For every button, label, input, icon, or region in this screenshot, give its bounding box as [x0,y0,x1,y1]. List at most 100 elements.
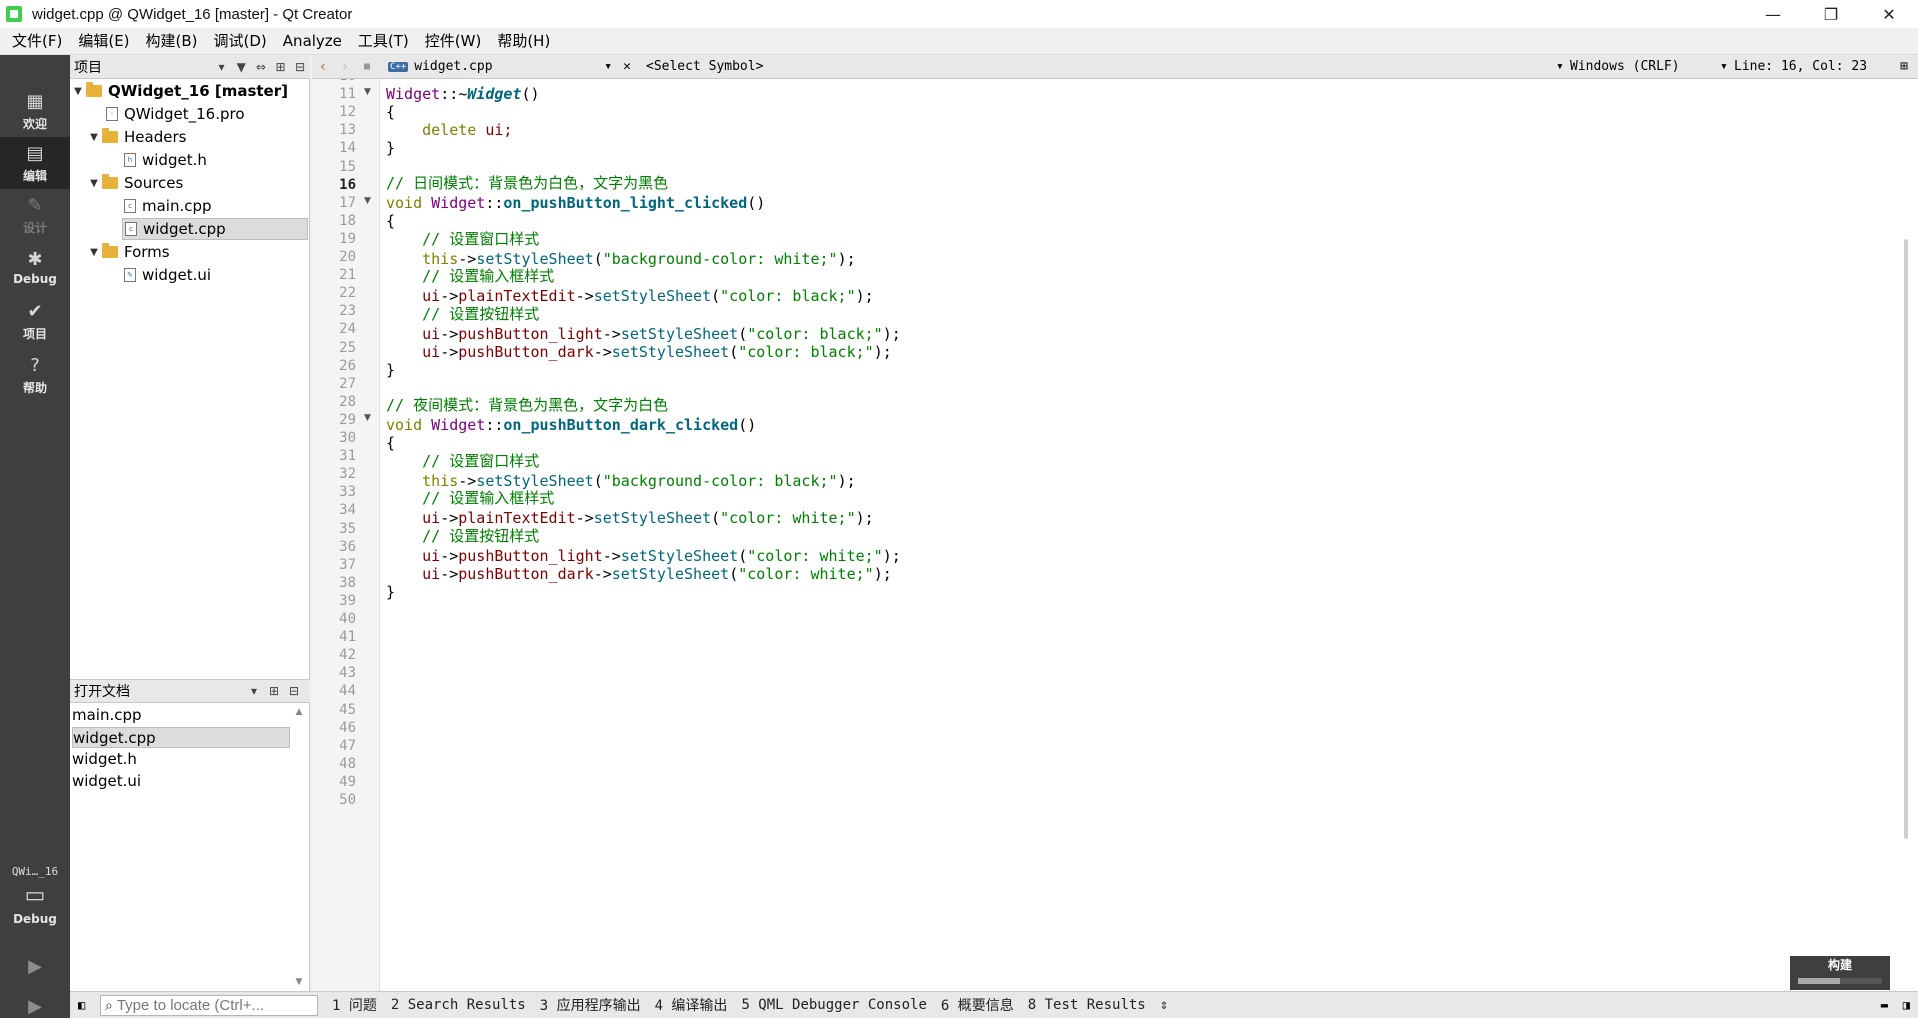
close-panel-icon[interactable]: ⊟ [284,681,304,701]
fold-marker-icon[interactable]: ▼ [364,413,371,423]
tree-item-headers[interactable]: ▼ Headers [86,126,186,148]
menu-edit[interactable]: 编辑(E) [70,28,137,55]
tree-item-label: QWidget_16.pro [124,105,245,123]
symbol-combo[interactable]: <Select Symbol> [646,59,1556,74]
open-doc-item[interactable]: widget.cpp [72,727,290,748]
split-editor-icon[interactable]: ⊞ [1894,59,1914,74]
code-editor[interactable]: 1011▼121314151617▼1819202122232425262728… [312,79,1918,991]
mode-bar: ▦ 欢迎 ▤ 编辑 ✎ 设计 ✱ Debug ✔ 项目 ? 帮助 QWi…_16… [0,55,70,1018]
fold-marker-icon[interactable]: ▼ [364,196,371,206]
tree-item-main-cpp[interactable]: c main.cpp [124,195,212,217]
close-button[interactable]: ✕ [1860,0,1918,28]
kit-selector[interactable]: ▭ Debug [0,883,70,939]
filter-icon[interactable]: ▼ [231,57,251,77]
menu-help[interactable]: 帮助(H) [489,28,558,55]
code-line-29: void Widget::on_pushButton_dark_clicked(… [386,416,757,434]
line-number-gutter: 1011▼121314151617▼1819202122232425262728… [312,79,380,991]
tree-item-project[interactable]: ▼ QWidget_16 [master] [70,80,288,102]
toggle-right-sidebar-icon[interactable]: ◨ [1903,998,1910,1012]
locator-input[interactable]: ⌕ Type to locate (Ctrl+... [100,994,318,1016]
split-icon[interactable]: ⊞ [271,57,291,77]
mode-design[interactable]: ✎ 设计 [0,189,70,241]
code-line-19: // 设置窗口样式 [386,230,540,248]
search-icon: ⌕ [105,996,113,1013]
grid-icon: ▦ [26,91,44,112]
tree-item-label: widget.h [142,151,207,169]
chevron-down-icon[interactable]: ▼ [86,132,102,143]
scroll-up-icon[interactable]: ▲ [293,707,305,717]
cpp-file-icon: c [125,222,137,236]
progress-details-icon[interactable]: ▬ [1881,998,1888,1012]
back-arrow-icon[interactable]: ‹ [312,59,334,75]
link-icon[interactable]: ⇔ [251,57,271,77]
output-pane-general-messages[interactable]: 6 概要信息 [941,995,1014,1015]
chevron-down-icon[interactable]: ▾ [1556,59,1570,74]
chevron-down-icon[interactable]: ▾ [244,681,264,701]
chevron-down-icon[interactable]: ▾ [212,57,232,77]
tree-item-widget-cpp[interactable]: c widget.cpp [122,218,308,240]
menu-build[interactable]: 构建(B) [138,28,206,55]
more-panes-icon[interactable]: ⇕ [1160,997,1168,1013]
tree-item-widget-h[interactable]: h widget.h [124,149,207,171]
toggle-sidebar-icon[interactable]: ◧ [78,998,85,1012]
menu-controls[interactable]: 控件(W) [417,28,490,55]
tree-item-widget-ui[interactable]: ✎ widget.ui [124,264,211,286]
chevron-down-icon[interactable]: ▼ [86,247,102,258]
project-tree: ▼ QWidget_16 [master] ◦ QWidget_16.pro ▼… [70,79,310,679]
debug-run-icon[interactable]: ▶ [22,993,48,1018]
menu-file[interactable]: 文件(F) [4,28,70,55]
tree-item-label: widget.ui [142,266,212,284]
tree-item-sources[interactable]: ▼ Sources [86,172,183,194]
mode-help[interactable]: ? 帮助 [0,349,70,401]
minimize-button[interactable]: — [1744,0,1802,28]
file-combo[interactable]: C++ widget.cpp ▾ [388,59,618,74]
close-file-icon[interactable]: ✕ [618,59,636,74]
output-pane-search-results[interactable]: 2 Search Results [391,997,526,1013]
open-doc-item[interactable]: main.cpp [72,705,290,726]
tree-item-pro[interactable]: ◦ QWidget_16.pro [106,103,245,125]
mode-edit[interactable]: ▤ 编辑 [0,137,70,189]
chevron-down-icon[interactable]: ▼ [86,178,102,189]
menu-analyze[interactable]: Analyze [275,28,350,55]
editor-scrollbar[interactable] [1904,239,1908,839]
output-pane-app-output[interactable]: 3 应用程序输出 [540,995,641,1015]
current-file-name: widget.cpp [414,59,493,74]
project-view-combo[interactable]: 项目 [74,57,212,77]
window-title: widget.cpp @ QWidget_16 [master] - Qt Cr… [32,5,353,23]
forward-arrow-icon[interactable]: › [334,59,356,75]
fold-marker-icon[interactable]: ▼ [364,87,371,97]
chevron-down-icon[interactable]: ▾ [1720,59,1734,74]
scroll-down-icon[interactable]: ▼ [293,977,305,987]
tree-item-label: Sources [124,174,184,192]
mode-debug[interactable]: ✱ Debug [0,241,70,293]
open-doc-item[interactable]: widget.ui [72,771,290,792]
run-icon[interactable]: ▶ [22,953,48,979]
output-pane-qml-debugger[interactable]: 5 QML Debugger Console [741,997,926,1013]
code-line-26: } [386,361,396,379]
tree-item-label: Forms [124,243,170,261]
chevron-down-icon[interactable]: ▼ [70,86,86,97]
open-docs-scrollbar[interactable]: ▲ ▼ [293,707,305,987]
output-pane-issues[interactable]: 1 问题 [332,995,377,1015]
output-pane-test-results[interactable]: 8 Test Results [1028,997,1146,1013]
code-line-25: ui->pushButton_dark->setStyleSheet("colo… [422,343,892,361]
restore-button[interactable]: ❐ [1802,0,1860,28]
code-line-38: } [386,583,396,601]
split-icon[interactable]: ⊞ [264,681,284,701]
output-pane-compile-output[interactable]: 4 编译输出 [655,995,728,1015]
help-icon: ? [30,355,40,376]
chevron-down-icon[interactable]: ▾ [604,59,612,74]
close-panel-icon[interactable]: ⊟ [290,57,310,77]
menu-tools[interactable]: 工具(T) [350,28,417,55]
mode-projects[interactable]: ✔ 项目 [0,295,70,347]
tree-item-forms[interactable]: ▼ Forms [86,241,170,263]
open-doc-item[interactable]: widget.h [72,749,290,770]
code-line-21: // 设置输入框样式 [386,267,555,285]
code-line-11: Widget::~Widget() [386,85,540,103]
build-progress[interactable]: 构建 [1790,956,1890,990]
encoding-combo[interactable]: Windows (CRLF) [1570,59,1720,74]
mode-welcome[interactable]: ▦ 欢迎 [0,85,70,137]
menu-debug[interactable]: 调试(D) [206,28,275,55]
cursor-position[interactable]: Line: 16, Col: 23 [1734,59,1894,74]
kit-name: QWi…_16 [11,865,59,878]
